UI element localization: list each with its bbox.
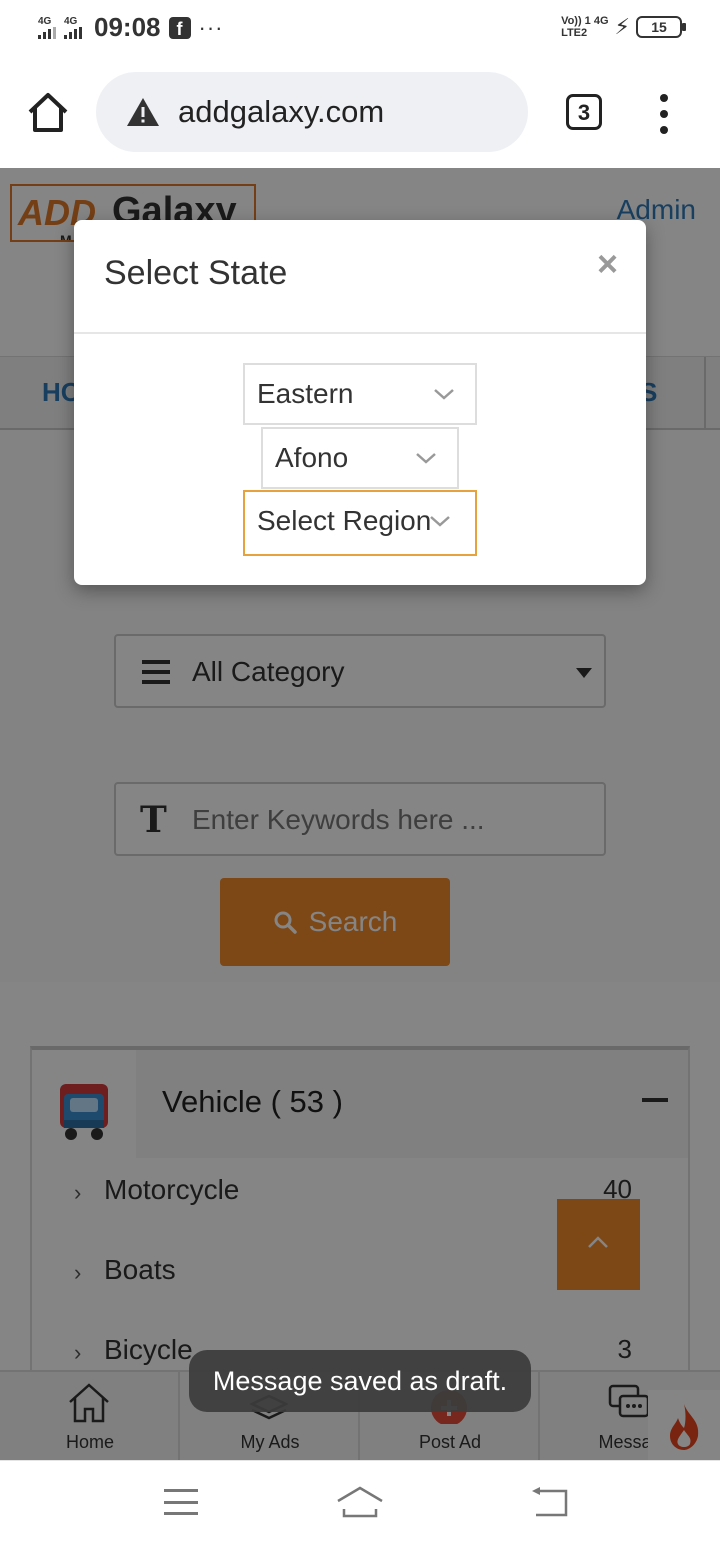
signal-bars-icon bbox=[38, 26, 56, 39]
warning-icon[interactable] bbox=[126, 97, 160, 127]
signal-sim2-label: 4G bbox=[64, 15, 78, 27]
recent-apps-icon[interactable] bbox=[164, 1489, 198, 1515]
tab-switcher-button[interactable]: 3 bbox=[566, 94, 602, 130]
chevron-down-icon bbox=[434, 389, 454, 400]
signal-bars-icon bbox=[64, 26, 82, 39]
facebook-notification-icon: f bbox=[168, 16, 191, 39]
chevron-down-icon bbox=[430, 516, 450, 527]
modal-divider bbox=[74, 332, 646, 334]
select-state-modal: Select State × Eastern Afono Select Regi… bbox=[74, 220, 646, 585]
more-notifications-icon: ··· bbox=[198, 14, 224, 40]
browser-toolbar: addgalaxy.com 3 bbox=[0, 56, 720, 168]
browser-menu-icon[interactable] bbox=[656, 94, 672, 134]
state-select[interactable]: Eastern bbox=[243, 363, 477, 425]
clock: 09:08 bbox=[94, 12, 161, 42]
network-top-label: Vo)) 1 4G bbox=[561, 15, 609, 27]
status-bar: 4G 4G 09:08 f ··· Vo)) 1 4G LTE2 ⚡ 15 bbox=[0, 0, 720, 56]
charging-icon: ⚡ bbox=[614, 14, 630, 39]
url-text: addgalaxy.com bbox=[178, 94, 385, 129]
region-select-value: Select Region bbox=[257, 505, 432, 536]
signal-sim1: 4G bbox=[38, 15, 56, 39]
district-select-value: Afono bbox=[275, 442, 349, 473]
region-select[interactable]: Select Region bbox=[243, 490, 477, 556]
browser-home-icon[interactable] bbox=[26, 90, 70, 134]
status-left: 4G 4G 09:08 f ··· bbox=[38, 12, 223, 43]
system-home-icon[interactable] bbox=[336, 1485, 384, 1519]
state-select-value: Eastern bbox=[257, 378, 354, 409]
chevron-down-icon bbox=[416, 453, 436, 464]
close-icon[interactable]: × bbox=[597, 246, 618, 282]
system-navigation-bar bbox=[0, 1460, 720, 1544]
address-bar[interactable]: addgalaxy.com bbox=[96, 72, 528, 152]
system-back-icon[interactable] bbox=[530, 1487, 568, 1517]
battery-icon: 15 bbox=[636, 16, 686, 38]
network-bottom-label: LTE2 bbox=[561, 27, 588, 39]
toast-message: Message saved as draft. bbox=[189, 1350, 531, 1412]
status-right: Vo)) 1 4G LTE2 ⚡ 15 bbox=[561, 14, 686, 40]
network-indicator: Vo)) 1 4G LTE2 bbox=[561, 15, 608, 39]
signal-sim1-label: 4G bbox=[38, 15, 52, 27]
web-page: ADD Galaxy M Admin HO S All Category T E… bbox=[0, 168, 720, 1460]
district-select[interactable]: Afono bbox=[261, 427, 459, 489]
signal-sim2: 4G bbox=[64, 15, 82, 39]
modal-title: Select State bbox=[104, 254, 288, 292]
